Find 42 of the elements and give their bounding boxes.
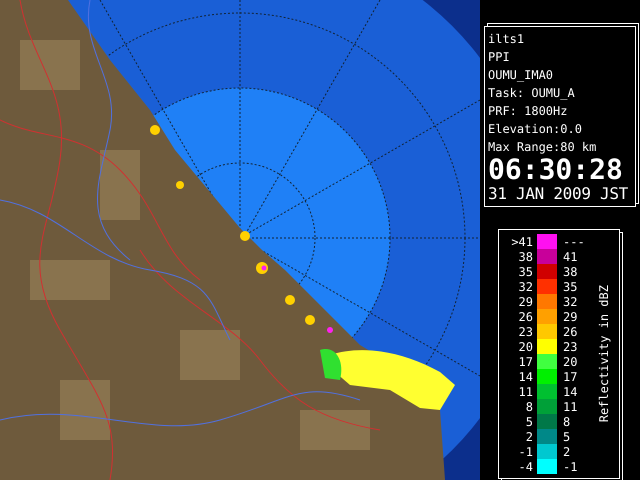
legend-value: 29 — [562, 310, 578, 324]
info-text: OUMU_IMA0 — [488, 67, 554, 84]
legend-value: 35 — [562, 280, 578, 294]
legend-value: 8 — [524, 400, 534, 414]
legend-value: 17 — [518, 354, 534, 368]
info-text: PPI — [488, 49, 511, 66]
legend-value: 17 — [562, 370, 578, 384]
legend-value: >41 — [510, 234, 534, 248]
legend-value: -1 — [562, 460, 578, 474]
legend-value: 20 — [562, 354, 578, 368]
legend-value: -4 — [518, 460, 534, 474]
info-text: Elevation:0.0 — [488, 121, 583, 138]
legend-value: 26 — [562, 324, 578, 338]
legend-value: 38 — [518, 250, 534, 264]
legend-value: 26 — [518, 310, 534, 324]
info-text: PRF: 1800Hz — [488, 103, 568, 120]
legend-value: 23 — [518, 324, 534, 338]
legend-value: 35 — [518, 264, 534, 278]
legend-value: 11 — [518, 384, 534, 398]
legend-value: 14 — [518, 370, 534, 384]
legend-value: 8 — [562, 414, 572, 428]
legend-value: 5 — [562, 430, 572, 444]
legend-value: 41 — [562, 250, 578, 264]
time-text: 06:30:28 — [488, 156, 624, 184]
legend-value: 11 — [562, 400, 578, 414]
legend-title: Reflectivity in dBZ — [597, 285, 611, 423]
legend-value: 38 — [562, 264, 578, 278]
date-text: 31 JAN 2009 JST — [488, 184, 629, 204]
legend-value: 14 — [562, 384, 578, 398]
legend-value: --- — [562, 234, 586, 248]
info-text: Max Range:80 km — [488, 139, 598, 156]
legend-value: 2 — [562, 444, 572, 458]
legend-value: 2 — [524, 430, 534, 444]
legend-value: 29 — [518, 294, 534, 308]
legend-value: -1 — [518, 444, 534, 458]
legend-value: 32 — [518, 280, 534, 294]
info-text: Task: OUMU_A — [488, 85, 576, 102]
info-text: ilts1 — [488, 31, 526, 48]
legend-value: 23 — [562, 340, 578, 354]
legend-value: 20 — [518, 340, 534, 354]
legend-value: 5 — [524, 414, 534, 428]
legend-value: 32 — [562, 294, 578, 308]
